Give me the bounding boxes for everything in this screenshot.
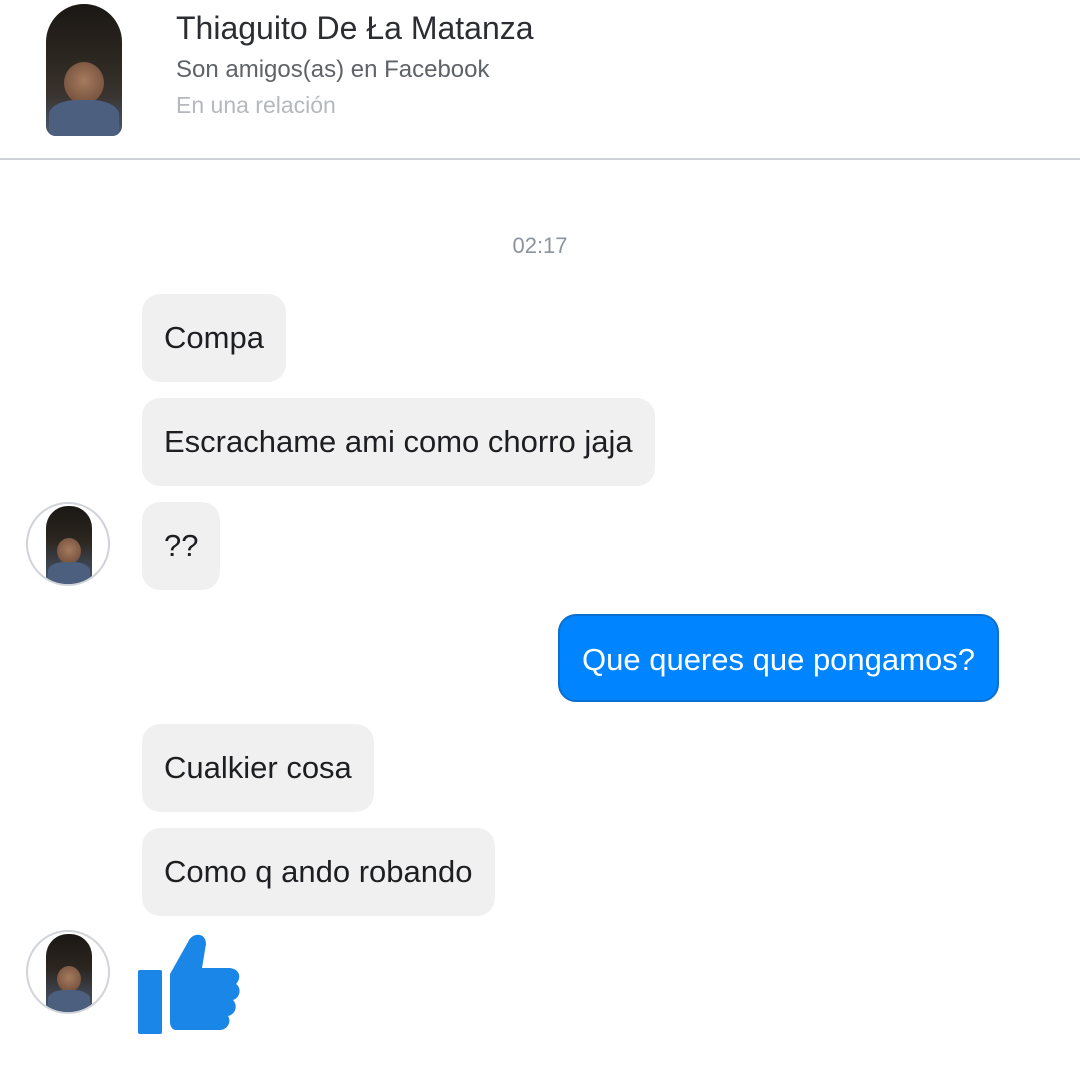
- message-bubble-incoming[interactable]: Escrachame ami como chorro jaja: [142, 398, 655, 486]
- message-bubble-incoming[interactable]: Cualkier cosa: [142, 724, 374, 812]
- message-bubble-incoming[interactable]: Como q ando robando: [142, 828, 495, 916]
- thumbs-up-icon[interactable]: [136, 926, 244, 1036]
- contact-avatar[interactable]: [46, 4, 122, 136]
- contact-chat-avatar[interactable]: [26, 930, 110, 1014]
- message-timestamp: 02:17: [512, 233, 568, 258]
- friend-status: Son amigos(as) en Facebook: [176, 56, 490, 83]
- message-bubble-incoming[interactable]: ??: [142, 502, 221, 590]
- contact-name[interactable]: Thiaguito De Ła Matanza: [176, 10, 534, 47]
- contact-chat-avatar[interactable]: [26, 502, 110, 586]
- conversation-header: Thiaguito De Ła Matanza Son amigos(as) e…: [0, 0, 1080, 160]
- message-bubble-outgoing[interactable]: Que queres que pongamos?: [558, 614, 999, 702]
- message-bubble-incoming[interactable]: Compa: [142, 294, 286, 382]
- relationship-status: En una relación: [176, 92, 336, 118]
